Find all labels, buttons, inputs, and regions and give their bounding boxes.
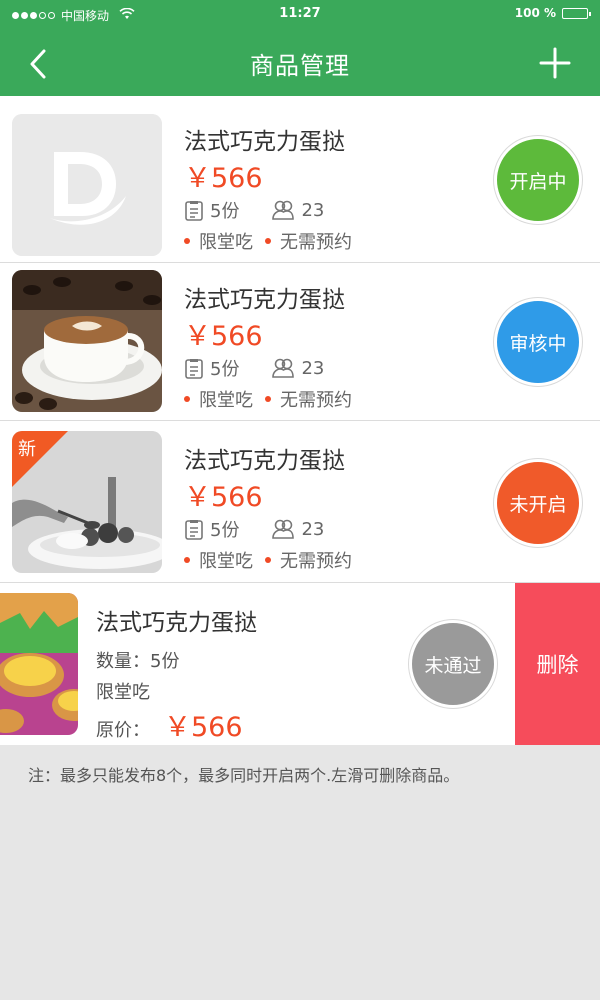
product-title: 法式巧克力蛋挞 — [184, 287, 345, 313]
product-price: ￥566 — [184, 482, 263, 513]
tag-item: 无需预约 — [265, 547, 352, 573]
original-price-group: 原价： ￥566 — [96, 705, 243, 744]
product-meta: 5份 23 — [184, 355, 356, 381]
quantity-label: 数量：5份 — [96, 651, 180, 672]
portions-group: 5份 — [184, 355, 239, 381]
clipboard-icon — [185, 520, 203, 540]
product-price: ￥566 — [184, 321, 263, 352]
tag-dine-in: 限堂吃 — [199, 390, 253, 411]
placeholder-logo-icon — [12, 114, 162, 256]
portions-label: 5份 — [210, 359, 240, 380]
tag-item: 无需预约 — [265, 228, 352, 254]
product-thumbnail-coffee — [12, 270, 162, 412]
status-bar: 中国移动 11:27 100 % — [0, 0, 600, 28]
page-title: 商品管理 — [250, 52, 350, 80]
coffee-photo-icon — [12, 270, 162, 412]
new-badge-label: 新 — [18, 439, 36, 460]
portions-label: 5份 — [210, 201, 240, 222]
product-tags: 限堂吃 无需预约 — [184, 386, 364, 412]
people-count: 23 — [301, 518, 325, 540]
status-button-rejected[interactable]: 未通过 — [409, 620, 497, 708]
tag-dine-in: 限堂吃 — [96, 682, 150, 703]
people-icon — [272, 200, 295, 220]
tag-no-reservation: 无需预约 — [280, 232, 352, 253]
clipboard-icon — [185, 359, 203, 379]
portions-group: 5份 — [184, 197, 239, 223]
tag-no-reservation: 无需预约 — [280, 390, 352, 411]
product-thumbnail-egg-tart — [0, 593, 78, 735]
status-button-reviewing[interactable]: 审核中 — [494, 298, 582, 386]
battery-icon — [562, 7, 591, 19]
battery-group: 100 % — [514, 6, 591, 20]
portions-label: 5份 — [210, 520, 240, 541]
product-title: 法式巧克力蛋挞 — [184, 448, 345, 474]
product-meta: 5份 23 — [184, 197, 356, 223]
product-thumbnail-placeholder — [12, 114, 162, 256]
product-row[interactable]: 新 法式巧克力蛋挞 ￥566 5份 23 限堂吃 无需预约 未开启 — [0, 421, 600, 583]
product-price: ￥566 — [184, 163, 263, 194]
tag-item: 无需预约 — [265, 386, 352, 412]
people-icon — [272, 519, 295, 539]
tag-no-reservation: 无需预约 — [280, 551, 352, 572]
people-icon — [272, 358, 295, 378]
tag-item: 限堂吃 — [184, 547, 253, 573]
product-tags: 限堂吃 无需预约 — [184, 547, 364, 573]
nav-bar: 商品管理 — [0, 28, 600, 96]
people-group: 23 — [271, 518, 324, 540]
new-badge: 新 — [12, 431, 72, 491]
footer-note: 注：最多只能发布8个，最多同时开启两个.左滑可删除商品。 — [28, 766, 460, 785]
people-group: 23 — [271, 357, 324, 379]
tag-dine-in: 限堂吃 — [199, 551, 253, 572]
people-count: 23 — [301, 199, 325, 221]
product-list: 法式巧克力蛋挞 ￥566 5份 23 限堂吃 无需预约 开启中 法式巧克力蛋挞 … — [0, 96, 600, 745]
clipboard-icon — [185, 201, 203, 221]
portions-group: 5份 — [184, 516, 239, 542]
product-meta: 5份 23 — [184, 516, 356, 542]
product-price: ￥566 — [164, 712, 243, 743]
people-group: 23 — [271, 199, 324, 221]
product-tags: 限堂吃 无需预约 — [184, 228, 364, 254]
status-button-inactive[interactable]: 未开启 — [494, 459, 582, 547]
delete-button[interactable]: 删除 — [515, 583, 600, 745]
status-button-active[interactable]: 开启中 — [494, 136, 582, 224]
battery-label: 100 % — [514, 6, 556, 20]
product-title: 法式巧克力蛋挞 — [184, 129, 345, 155]
product-row[interactable]: 法式巧克力蛋挞 ￥566 5份 23 限堂吃 无需预约 审核中 — [0, 263, 600, 421]
tag-item: 限堂吃 — [184, 228, 253, 254]
status-time: 11:27 — [279, 6, 321, 21]
product-row[interactable]: 法式巧克力蛋挞 ￥566 5份 23 限堂吃 无需预约 开启中 — [0, 96, 600, 263]
product-title: 法式巧克力蛋挞 — [96, 610, 257, 636]
egg-tart-photo-icon — [0, 593, 78, 735]
plus-icon[interactable] — [538, 46, 572, 80]
tag-dine-in: 限堂吃 — [199, 232, 253, 253]
original-price-label: 原价： — [96, 720, 150, 741]
product-row-swiped[interactable]: 法式巧克力蛋挞 数量：5份 限堂吃 原价： ￥566 未通过 删除 — [0, 583, 600, 745]
people-count: 23 — [301, 357, 325, 379]
tag-item: 限堂吃 — [184, 386, 253, 412]
